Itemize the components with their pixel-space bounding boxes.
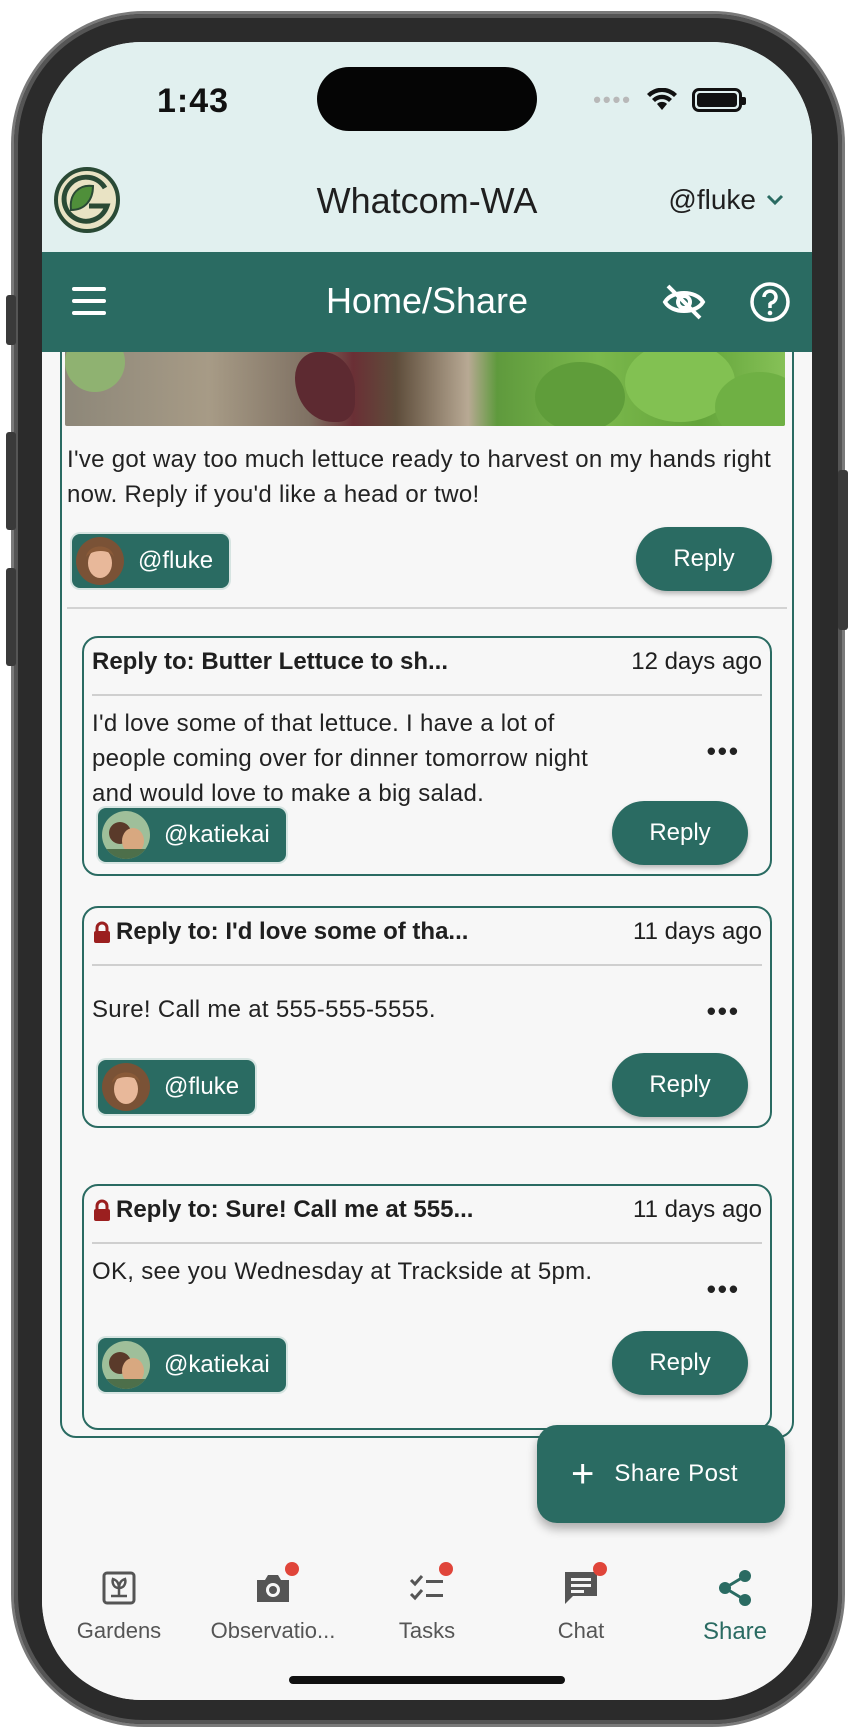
avatar (76, 537, 124, 585)
nav-item-tasks[interactable]: Tasks (350, 1550, 504, 1644)
post-text: I've got way too much lettuce ready to h… (67, 446, 772, 508)
visibility-off-icon[interactable] (662, 282, 706, 322)
nav-item-share[interactable]: Share (658, 1550, 812, 1646)
post-photo (65, 352, 785, 426)
share-post-button[interactable]: + Share Post (537, 1425, 785, 1523)
reply-button[interactable]: Reply (612, 801, 748, 865)
feed[interactable]: I've got way too much lettuce ready to h… (42, 352, 812, 1582)
reply-card: Reply to: Sure! Call me at 555... 11 day… (82, 1184, 772, 1430)
notification-badge (439, 1562, 453, 1576)
reply-button[interactable]: Reply (612, 1053, 748, 1117)
phone-volume-down-button (6, 568, 16, 666)
post-author-name: @fluke (138, 547, 214, 574)
notification-badge (285, 1562, 299, 1576)
reply-date: 11 days ago (633, 918, 762, 945)
reply-heading-text: Reply to: I'd love some of tha... (116, 918, 469, 945)
camera-icon (253, 1562, 299, 1608)
chevron-down-icon (766, 194, 784, 206)
notification-badge (593, 1562, 607, 1576)
reply-heading: Reply to: Butter Lettuce to sh... (92, 648, 448, 676)
lock-icon (94, 921, 110, 943)
signal-icon: •••• (593, 87, 632, 112)
divider (67, 607, 787, 609)
more-options-icon[interactable]: ••• (707, 1274, 740, 1305)
reply-card: Reply to: Butter Lettuce to sh... 12 day… (82, 636, 772, 876)
reply-author-name: @katiekai (164, 821, 270, 848)
nav-item-observations[interactable]: Observatio... (196, 1550, 350, 1644)
nav-item-gardens[interactable]: Gardens (42, 1550, 196, 1644)
status-time: 1:43 (157, 82, 230, 120)
wifi-icon (647, 88, 677, 110)
user-account-menu[interactable]: @fluke (668, 184, 784, 216)
reply-author-name: @fluke (164, 1073, 240, 1100)
reply-author-chip[interactable]: @fluke (98, 1060, 256, 1114)
avatar (102, 811, 150, 859)
nav-label: Observatio... (210, 1618, 336, 1643)
reply-button[interactable]: Reply (612, 1331, 748, 1395)
home-indicator (289, 1676, 565, 1684)
garden-icon (99, 1568, 139, 1608)
toolbar: Home/Share (42, 252, 812, 352)
post-author-chip[interactable]: @fluke (72, 534, 230, 588)
battery-icon (692, 88, 746, 112)
user-menu-label: @fluke (668, 184, 756, 215)
help-icon[interactable] (749, 281, 791, 323)
nav-label: Tasks (398, 1618, 456, 1643)
nav-item-chat[interactable]: Chat (504, 1550, 658, 1644)
reply-heading: Reply to: Sure! Call me at 555... (92, 1196, 473, 1224)
divider (92, 1242, 762, 1244)
phone-volume-up-button (6, 432, 16, 530)
reply-text: Sure! Call me at 555-555-5555. (92, 996, 436, 1023)
reply-heading-text: Reply to: Sure! Call me at 555... (116, 1196, 474, 1223)
reply-heading-text: Reply to: Butter Lettuce to sh... (92, 648, 449, 675)
post-reply-button[interactable]: Reply (636, 527, 772, 591)
reply-text: OK, see you Wednesday at Trackside at 5p… (92, 1258, 593, 1285)
tasks-icon (407, 1562, 453, 1608)
share-post-label: Share Post (614, 1460, 739, 1487)
reply-author-chip[interactable]: @katiekai (98, 1338, 286, 1392)
lock-icon (94, 1199, 110, 1221)
app-header: 1:43 •••• Whatcom-WA @fluke (42, 42, 812, 252)
divider (92, 694, 762, 696)
chat-icon (561, 1562, 607, 1608)
reply-text: I'd love some of that lettuce. I have a … (92, 710, 589, 807)
phone-action-button (6, 295, 16, 345)
avatar (102, 1063, 150, 1111)
share-icon (715, 1568, 755, 1608)
nav-label: Share (702, 1618, 768, 1645)
more-options-icon[interactable]: ••• (707, 736, 740, 767)
nav-label: Chat (557, 1618, 605, 1643)
reply-card: Reply to: I'd love some of tha... 11 day… (82, 906, 772, 1128)
reply-author-chip[interactable]: @katiekai (98, 808, 286, 862)
status-icons: •••• (593, 87, 746, 113)
more-options-icon[interactable]: ••• (707, 996, 740, 1027)
reply-date: 11 days ago (633, 1196, 762, 1223)
avatar (102, 1341, 150, 1389)
add-icon: + (571, 1451, 595, 1496)
dynamic-island (317, 67, 537, 131)
divider (92, 964, 762, 966)
reply-author-name: @katiekai (164, 1351, 270, 1378)
reply-heading: Reply to: I'd love some of tha... (92, 918, 468, 946)
phone-power-button (838, 470, 848, 630)
nav-label: Gardens (76, 1618, 162, 1643)
reply-date: 12 days ago (631, 648, 762, 675)
screen: 1:43 •••• Whatcom-WA @fluke Home/Share I… (42, 42, 812, 1700)
